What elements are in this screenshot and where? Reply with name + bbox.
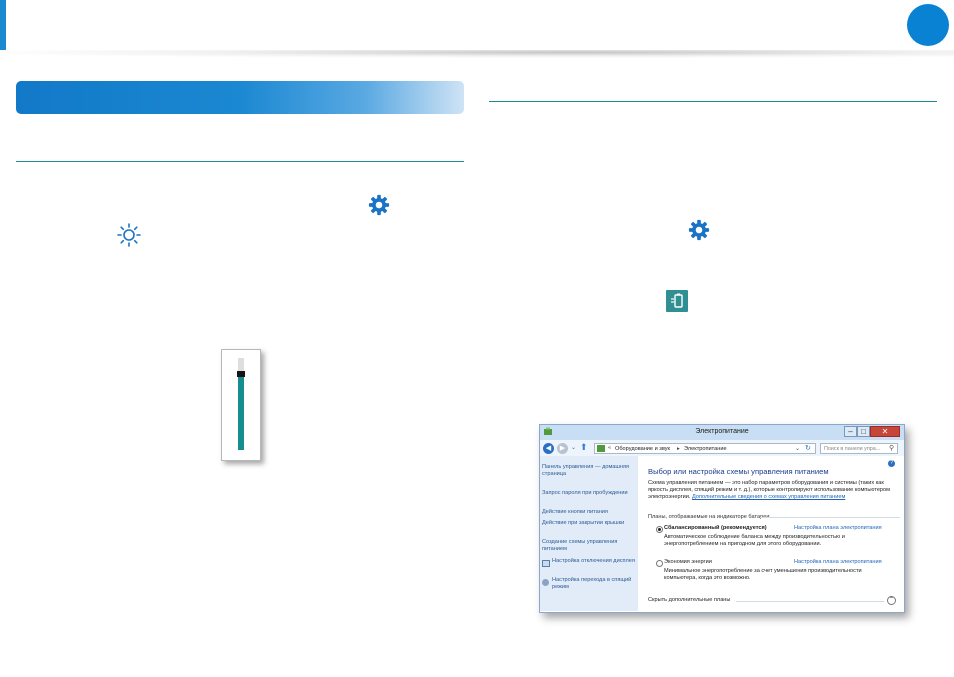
- collapse-chevron-icon[interactable]: ⌃: [887, 596, 896, 605]
- page-number-badge: [907, 4, 949, 46]
- breadcrumb-chevron-icon: «: [608, 445, 612, 451]
- plan-name-balanced[interactable]: Сбалансированный (рекомендуется): [664, 525, 767, 532]
- close-button[interactable]: ✕: [870, 426, 900, 437]
- history-chevron-icon[interactable]: ⌄: [571, 444, 576, 451]
- search-placeholder: Поиск в панели упра...: [824, 445, 881, 452]
- forward-arrow-icon[interactable]: ▶: [557, 443, 568, 454]
- slider-thumb[interactable]: [237, 371, 245, 377]
- refresh-icon[interactable]: ↻: [805, 444, 811, 452]
- battery-plug-icon: [666, 290, 688, 312]
- sidebar-item-display-off[interactable]: Настройка отключения дисплея: [552, 558, 636, 565]
- power-options-window: Электропитание – □ ✕ ◀ ▶ ⌄ ⬆ « Оборудова…: [539, 424, 905, 613]
- slider-fill: [238, 375, 244, 450]
- hide-plans-label[interactable]: Скрыть дополнительные планы: [648, 597, 730, 604]
- address-row: ◀ ▶ ⌄ ⬆ « Оборудование и звук ▸ Электроп…: [540, 440, 904, 456]
- plan-name-power-saver[interactable]: Экономия энергии: [664, 559, 712, 566]
- section-banner: [16, 81, 464, 114]
- sidebar-item-sleep[interactable]: Настройка перехода в спящий режим: [552, 577, 636, 591]
- plan-desc-power-saver: Минимальное энергопотребление за счет ум…: [664, 568, 862, 581]
- plans-group-label: Планы, отображаемые на индикаторе батаре…: [648, 514, 770, 520]
- section-rule: [489, 101, 937, 102]
- plan-settings-link-power-saver[interactable]: Настройка плана электропитания: [794, 559, 882, 566]
- help-icon[interactable]: ?: [888, 460, 895, 467]
- display-icon: [542, 560, 550, 567]
- brightness-sun-icon: [117, 223, 141, 247]
- address-dropdown-icon[interactable]: ⌄: [795, 445, 800, 452]
- sleep-icon: [542, 579, 549, 586]
- brightness-slider[interactable]: [221, 349, 261, 461]
- breadcrumb-power-options[interactable]: Электропитание: [684, 446, 727, 452]
- radio-dot: [658, 528, 661, 531]
- hide-plans-divider: [736, 601, 884, 602]
- plan-desc-balanced: Автоматическое соблюдение баланса между …: [664, 534, 845, 547]
- window-titlebar: Электропитание – □ ✕: [540, 425, 904, 441]
- breadcrumb-separator: ▸: [677, 445, 680, 452]
- maximize-button[interactable]: □: [857, 426, 870, 437]
- group-divider: [760, 517, 900, 518]
- minimize-button[interactable]: –: [844, 426, 857, 437]
- subsection-rule: [16, 161, 464, 162]
- settings-gear-icon: [688, 219, 710, 241]
- up-arrow-icon[interactable]: ⬆: [580, 442, 588, 453]
- plan-radio-balanced[interactable]: [656, 526, 663, 533]
- settings-gear-icon: [368, 194, 390, 216]
- search-icon[interactable]: ⚲: [889, 444, 894, 452]
- intro-link[interactable]: Дополнительные сведения о схемах управле…: [692, 494, 845, 500]
- sidebar-item-lid-close[interactable]: Действие при закрытии крышки: [542, 520, 636, 527]
- window-main: ? Выбор или настройка схемы управления п…: [638, 456, 904, 611]
- address-bar[interactable]: « Оборудование и звук ▸ Электропитание ⌄…: [594, 443, 816, 454]
- search-input[interactable]: Поиск в панели упра... ⚲: [820, 443, 898, 454]
- header-accent-bar: [0, 0, 6, 50]
- back-arrow-icon[interactable]: ◀: [543, 443, 554, 454]
- sidebar-item-require-password[interactable]: Запрос пароля при пробуждении: [542, 490, 636, 497]
- breadcrumb-hardware-sound[interactable]: Оборудование и звук: [615, 446, 670, 452]
- control-panel-icon: [597, 445, 605, 452]
- intro-text: Схема управления питанием — это набор па…: [648, 480, 891, 500]
- window-sidebar: Панель управления — домашняя страница За…: [540, 456, 638, 611]
- main-heading: Выбор или настройка схемы управления пит…: [648, 467, 829, 476]
- sidebar-item-power-button[interactable]: Действие кнопки питания: [542, 509, 636, 516]
- sidebar-item-create-plan[interactable]: Создание схемы управления питанием: [542, 539, 636, 553]
- sidebar-item-control-panel-home[interactable]: Панель управления — домашняя страница: [542, 464, 636, 478]
- header-rule: [0, 50, 954, 58]
- plan-settings-link-balanced[interactable]: Настройка плана электропитания: [794, 525, 882, 532]
- plan-radio-power-saver[interactable]: [656, 560, 663, 567]
